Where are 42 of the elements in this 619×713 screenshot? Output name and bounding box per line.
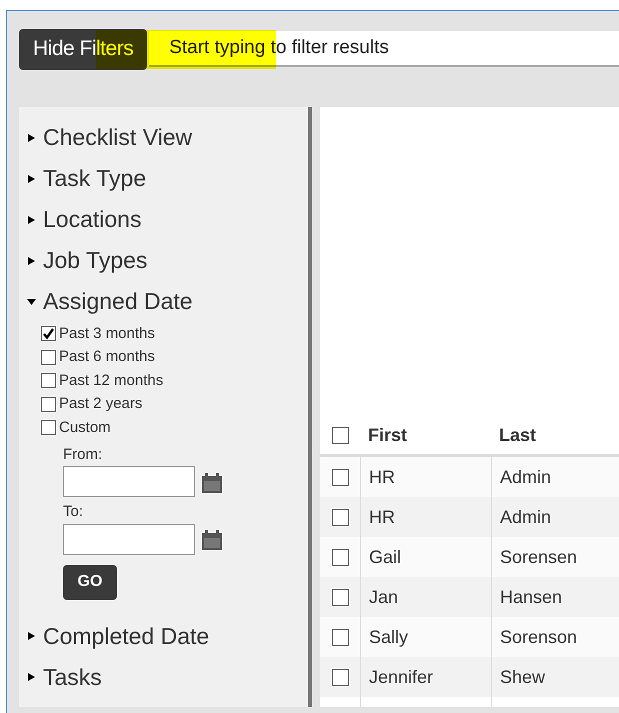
filter-heading[interactable]: Checklist View [27,117,308,158]
checkbox[interactable] [41,396,56,412]
date-field[interactable] [63,466,195,497]
collapsed-triangle-icon [27,174,36,184]
filter-heading[interactable]: Job Types [27,240,308,281]
checkbox[interactable] [41,350,56,365]
checkbox[interactable] [332,588,348,606]
collapsed-triangle-icon [27,132,36,142]
column-header[interactable]: First [360,417,491,454]
table-cell: Shew [491,657,619,697]
filter-heading[interactable]: Assigned Date [27,281,308,322]
option-label: Past 12 months [59,370,164,390]
option-label: Past 3 months [59,324,155,344]
collapsed-triangle-icon [27,631,36,641]
column-header[interactable]: Last [491,417,619,454]
go-button[interactable]: GO [63,564,117,600]
option-label: Past 6 months [59,347,155,367]
checkbox[interactable] [332,468,348,486]
checkbox[interactable] [41,420,56,436]
date-field[interactable] [63,524,195,554]
collapsed-triangle-icon [27,672,36,682]
expanded-triangle-icon [27,296,36,306]
filter-heading[interactable]: Tasks [27,656,308,698]
date-label: To: [63,502,84,522]
checkbox[interactable] [332,508,348,526]
checkbox[interactable] [332,427,348,444]
collapsed-triangle-icon [27,256,36,266]
option-label: Past 2 years [59,394,142,414]
collapsed-triangle-icon [27,214,36,224]
filter-heading[interactable]: Completed Date [27,616,308,656]
checkbox[interactable] [332,548,348,566]
checkbox[interactable] [41,373,56,388]
option-label: Custom [59,418,111,438]
calendar-icon[interactable] [201,472,223,492]
filter-heading[interactable]: Locations [27,199,308,240]
checkbox[interactable] [332,668,348,686]
checkbox[interactable] [332,628,348,646]
calendar-icon[interactable] [201,529,223,549]
filter-heading[interactable]: Task Type [27,158,308,199]
table-cell: Jennifer [360,657,491,697]
checkbox[interactable] [41,326,56,342]
date-label: From: [63,444,104,464]
